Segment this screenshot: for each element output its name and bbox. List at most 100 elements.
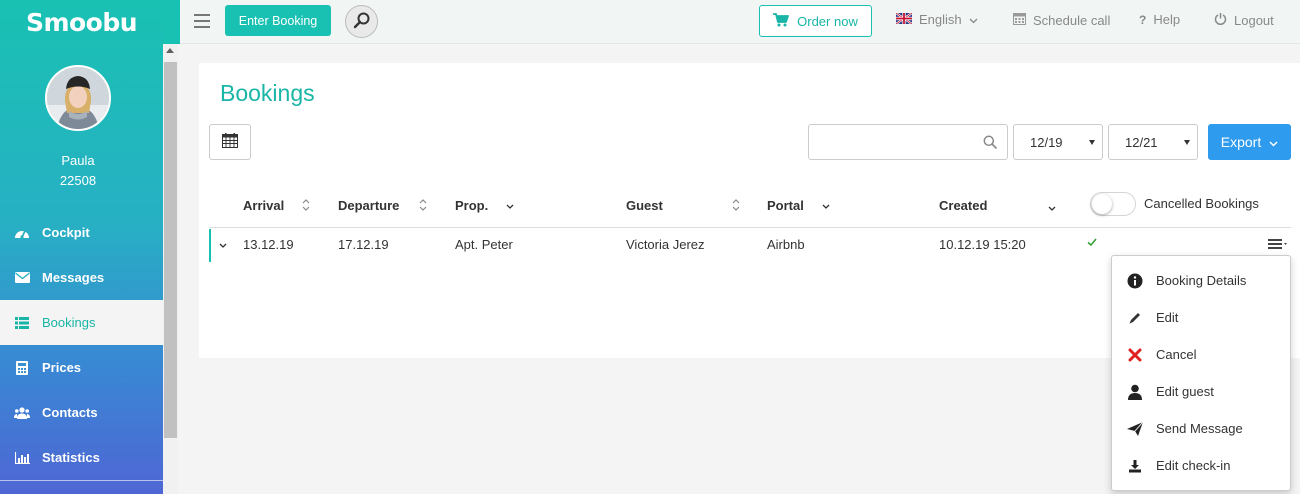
user-name: Paula (61, 153, 95, 168)
chevron-down-icon (1269, 134, 1278, 150)
cell-property: Apt. Peter (455, 237, 513, 252)
chevron-down-icon[interactable] (505, 199, 515, 215)
column-header-portal[interactable]: Portal (767, 198, 804, 213)
sidebar-item-statistics[interactable]: Statistics (0, 435, 163, 480)
table-header-divider (209, 227, 1291, 228)
sidebar-item-label: Statistics (42, 450, 100, 465)
paper-plane-icon (1127, 421, 1143, 437)
menu-item-label: Edit (1156, 310, 1179, 325)
search-icon[interactable] (983, 135, 997, 152)
global-search-button[interactable] (345, 5, 378, 38)
date-to-select[interactable]: 12/21 (1108, 124, 1198, 160)
sidebar-item-label: Bookings (42, 315, 96, 330)
user-id: 22508 (59, 173, 97, 188)
menu-item-label: Cancel (1156, 347, 1197, 362)
export-label: Export (1220, 134, 1262, 150)
menu-item-booking-details[interactable]: Booking Details (1112, 262, 1290, 299)
sidebar-item-label: Prices (42, 360, 82, 375)
user-icon (1127, 384, 1143, 400)
bar-chart-icon (14, 451, 30, 465)
pencil-icon (1127, 310, 1143, 326)
sidebar-item-label: Cockpit (42, 225, 90, 240)
row-expand-chevron-icon[interactable] (218, 238, 228, 253)
sidebar-item-contacts[interactable]: Contacts (0, 390, 163, 435)
page-title: Bookings (220, 80, 315, 106)
chevron-down-icon[interactable] (1047, 201, 1057, 217)
toggle-knob (1092, 194, 1112, 214)
logo[interactable]: Smoobu (0, 0, 163, 44)
sidebar-divider (0, 480, 163, 481)
cart-icon (773, 12, 790, 30)
dashboard-icon (14, 226, 30, 240)
avatar[interactable] (45, 65, 111, 131)
sort-icon[interactable] (418, 197, 428, 213)
date-from-value: 12/19 (1030, 134, 1063, 150)
cancelled-bookings-label: Cancelled Bookings (1144, 196, 1259, 211)
menu-toggle-icon[interactable] (194, 14, 210, 28)
sidebar-item-label: Contacts (42, 405, 98, 420)
column-header-arrival[interactable]: Arrival (243, 198, 284, 213)
sidebar-item-label: Messages (42, 270, 105, 285)
question-icon: ? (1139, 12, 1147, 27)
sort-icon[interactable] (731, 197, 741, 213)
menu-item-label: Booking Details (1156, 273, 1247, 288)
table-row-indicator (209, 229, 211, 262)
column-header-guest[interactable]: Guest (626, 198, 663, 213)
date-to-value: 12/21 (1125, 134, 1158, 150)
enter-booking-button[interactable]: Enter Booking (225, 5, 331, 36)
caret-down-icon (1184, 140, 1190, 145)
schedule-call-link[interactable]: Schedule call (1013, 12, 1110, 28)
cell-portal: Airbnb (767, 237, 805, 252)
calculator-icon (14, 360, 30, 375)
row-actions-dropdown: Booking Details Edit Cancel Edit guest S… (1111, 255, 1291, 491)
menu-item-edit-check-in[interactable]: Edit check-in (1112, 447, 1290, 484)
uk-flag-icon (895, 12, 913, 27)
column-header-property[interactable]: Prop. (455, 198, 488, 213)
help-link[interactable]: ? Help (1139, 12, 1180, 27)
menu-item-label: Edit check-in (1156, 458, 1231, 473)
sidebar-scrollbar-thumb[interactable] (164, 62, 177, 438)
sidebar-nav: Cockpit Messages Bookings Prices Contact… (0, 210, 163, 480)
row-actions-menu-icon[interactable] (1266, 238, 1290, 250)
menu-item-edit[interactable]: Edit (1112, 299, 1290, 336)
column-header-created[interactable]: Created (939, 198, 987, 213)
menu-item-cancel[interactable]: Cancel (1112, 336, 1290, 373)
logout-label: Logout (1234, 12, 1274, 28)
export-button[interactable]: Export (1208, 124, 1291, 160)
search-input[interactable] (809, 125, 974, 159)
cell-created: 10.12.19 15:20 (939, 237, 1026, 252)
chevron-down-icon (969, 12, 978, 27)
calendar-icon (1013, 12, 1026, 28)
cell-departure: 17.12.19 (338, 237, 389, 252)
language-selector[interactable]: English (895, 12, 978, 27)
users-icon (14, 406, 30, 420)
cross-icon (1127, 347, 1143, 363)
sidebar-item-bookings[interactable]: Bookings (0, 300, 163, 345)
logout-link[interactable]: Logout (1214, 12, 1274, 28)
sidebar-item-messages[interactable]: Messages (0, 255, 163, 300)
sort-icon[interactable] (301, 197, 311, 213)
bookings-search (808, 124, 1008, 160)
menu-item-edit-guest[interactable]: Edit guest (1112, 373, 1290, 410)
chevron-down-icon[interactable] (821, 199, 831, 215)
column-header-departure[interactable]: Departure (338, 198, 399, 213)
scroll-up-arrow-icon[interactable] (166, 48, 174, 53)
menu-item-label: Edit guest (1156, 384, 1214, 399)
envelope-icon (14, 271, 30, 285)
order-now-button[interactable]: Order now (759, 5, 872, 37)
date-from-select[interactable]: 12/19 (1013, 124, 1103, 160)
calendar-icon (222, 133, 238, 151)
list-icon (14, 316, 30, 330)
menu-item-label: Send Message (1156, 421, 1243, 436)
download-icon (1127, 458, 1143, 474)
schedule-call-label: Schedule call (1033, 12, 1111, 28)
sidebar: Smoobu Paula 22508 Cockpit Messages Book… (0, 0, 163, 494)
info-icon (1127, 273, 1143, 289)
calendar-view-button[interactable] (209, 124, 251, 160)
menu-item-send-message[interactable]: Send Message (1112, 410, 1290, 447)
cancelled-bookings-toggle[interactable] (1090, 192, 1136, 216)
sidebar-item-cockpit[interactable]: Cockpit (0, 210, 163, 255)
help-label: Help (1153, 12, 1181, 27)
sidebar-item-prices[interactable]: Prices (0, 345, 163, 390)
caret-down-icon (1089, 140, 1095, 145)
